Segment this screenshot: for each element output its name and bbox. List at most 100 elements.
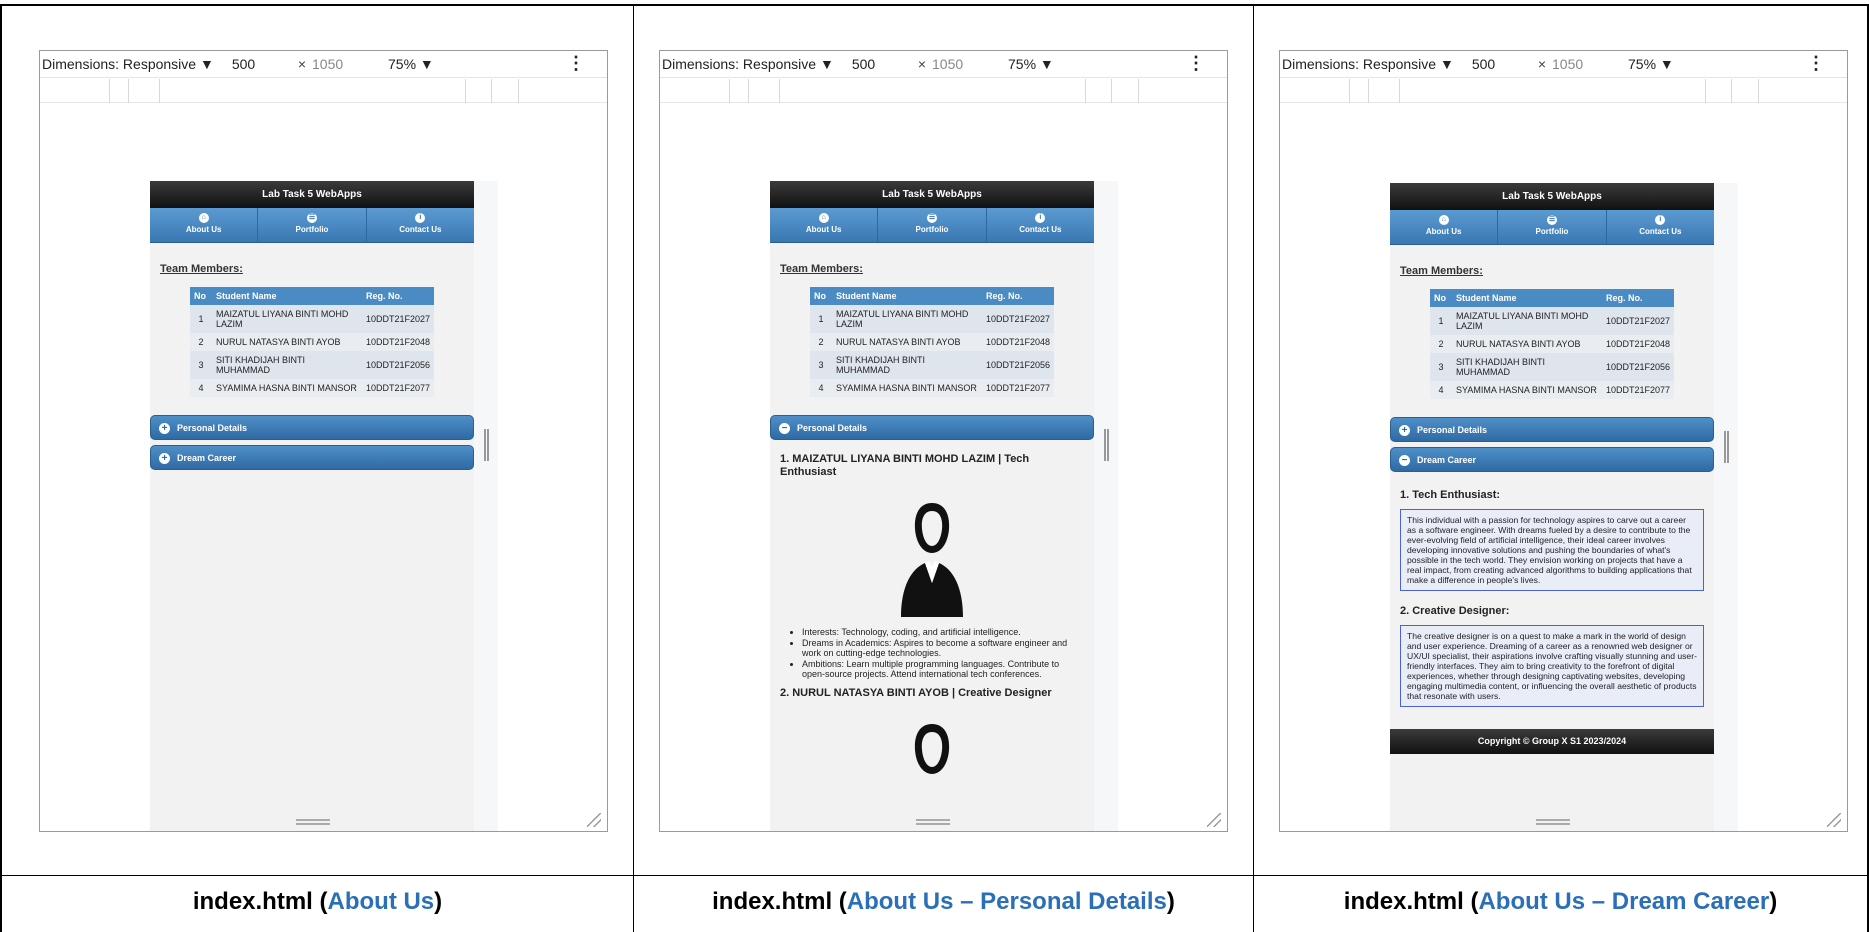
cell-reg: 10DDT21F2077 (1601, 381, 1674, 399)
width-input[interactable]: 500 (1468, 56, 1528, 72)
cell-name: MAIZATUL LIYANA BINTI MOHD LAZIM (832, 305, 982, 333)
nav-portfolio[interactable]: ☰ Portfolio (258, 208, 367, 242)
caption-dream: index.html (About Us – Dream Career) (1254, 888, 1867, 916)
nav-about[interactable]: ⌂ About Us (1390, 210, 1499, 244)
person-1-title: 1. MAIZATUL LIYANA BINTI MOHD LAZIM | Te… (780, 453, 1030, 478)
scroll-indicator[interactable] (484, 429, 489, 461)
info-icon: i (1655, 215, 1666, 225)
bottom-resize-handle[interactable] (296, 819, 330, 825)
cell-reg: 10DDT21F2048 (981, 333, 1054, 351)
caption-highlight: About Us – Personal Details (846, 888, 1167, 915)
navbar: ⌂ About Us ☰ Portfolio i Contact Us (150, 208, 474, 243)
personal-details-header[interactable]: − Personal Details (770, 415, 1094, 440)
bottom-resize-handle[interactable] (1536, 819, 1570, 825)
table-row: 4 SYAMIMA HASNA BINTI MANSOR 10DDT21F2077 (190, 379, 434, 397)
nav-about[interactable]: ⌂ About Us (150, 208, 259, 242)
zoom-dropdown[interactable]: 75% ▼ (1008, 56, 1054, 72)
col-no: No (810, 287, 832, 305)
personal-details-header[interactable]: + Personal Details (150, 415, 474, 440)
team-table: No Student Name Reg. No. 1 MAIZATUL LIYANA … (810, 287, 1054, 397)
corner-resize-handle[interactable] (1207, 813, 1221, 827)
app-header: Lab Task 5 WebApps (1390, 183, 1714, 210)
nav-portfolio[interactable]: ☰ Portfolio (878, 208, 987, 242)
dimensions-dropdown[interactable]: Dimensions: Responsive ▼ (1282, 56, 1454, 72)
device-viewport: Lab Task 5 WebApps ⌂ About Us ☰ Portfolio … (40, 104, 607, 831)
avatar-icon (901, 503, 963, 617)
cell-no: 1 (190, 305, 212, 333)
table-row: 3 SITI KHADIJAH BINTI MUHAMMAD 10DDT21F205… (1430, 353, 1674, 381)
caption-highlight: About Us – Dream Career (1478, 888, 1770, 915)
height-input[interactable]: 1050 (312, 56, 368, 72)
cell-reg: 10DDT21F2027 (361, 305, 434, 333)
grid-icon: ☰ (1546, 215, 1557, 225)
cell-no: 2 (190, 333, 212, 351)
caption-suffix: ) (1166, 888, 1175, 915)
more-options-icon[interactable]: ⋮ (1187, 53, 1205, 74)
zoom-dropdown[interactable]: 75% ▼ (1628, 56, 1674, 72)
more-options-icon[interactable]: ⋮ (1807, 53, 1825, 74)
cell-name: MAIZATUL LIYANA BINTI MOHD LAZIM (212, 305, 362, 333)
corner-resize-handle[interactable] (587, 813, 601, 827)
info-icon: i (415, 213, 426, 223)
home-icon: ⌂ (818, 213, 829, 223)
dream-1-title: 1. Tech Enthusiast: (1400, 489, 1501, 501)
table-row: 4 SYAMIMA HASNA BINTI MANSOR 10DDT21F2077 (810, 379, 1054, 397)
cell-reg: 10DDT21F2077 (981, 379, 1054, 397)
personal-details-header[interactable]: + Personal Details (1390, 417, 1714, 442)
list-item: Interests: Technology, coding, and artif… (802, 627, 1084, 637)
nav-label: Contact Us (399, 225, 442, 234)
media-query-ruler (660, 79, 1227, 103)
col-reg: Reg. No. (1601, 289, 1674, 307)
cell-name: NURUL NATASYA BINTI AYOB (1452, 335, 1602, 353)
table-header-row: No Student Name Reg. No. (190, 287, 434, 305)
caption-highlight: About Us (327, 888, 435, 915)
person-1-bullets: Interests: Technology, coding, and artif… (780, 627, 1084, 679)
mobile-page: Lab Task 5 WebApps ⌂ About Us ☰ Portfolio … (1390, 183, 1714, 831)
more-options-icon[interactable]: ⋮ (567, 53, 585, 74)
viewport-side (474, 181, 498, 831)
nav-contact[interactable]: i Contact Us (1607, 210, 1714, 244)
caption-prefix: index.html ( (192, 888, 328, 915)
dream-2-title: 2. Creative Designer: (1400, 605, 1510, 617)
dream-career-header[interactable]: + Dream Career (150, 445, 474, 470)
navbar: ⌂ About Us ☰ Portfolio i Contact Us (1390, 210, 1714, 245)
nav-contact[interactable]: i Contact Us (367, 208, 474, 242)
dimensions-dropdown[interactable]: Dimensions: Responsive ▼ (662, 56, 834, 72)
table-row: 1 MAIZATUL LIYANA BINTI MOHD LAZIM 10DDT21… (190, 305, 434, 333)
corner-resize-handle[interactable] (1827, 813, 1841, 827)
team-table: No Student Name Reg. No. 1 MAIZATUL LIYANA … (1430, 289, 1674, 399)
nav-about[interactable]: ⌂ About Us (770, 208, 879, 242)
dream-career-header[interactable]: − Dream Career (1390, 447, 1714, 472)
cell-no: 3 (190, 351, 212, 379)
scroll-indicator[interactable] (1724, 431, 1729, 463)
caption-about: index.html (About Us) (2, 888, 633, 916)
height-input[interactable]: 1050 (932, 56, 988, 72)
nav-portfolio[interactable]: ☰ Portfolio (1498, 210, 1607, 244)
dream-career-body: 1. Tech Enthusiast: This individual with… (1390, 477, 1714, 729)
width-input[interactable]: 500 (848, 56, 908, 72)
cell-no: 1 (1430, 307, 1452, 335)
width-input[interactable]: 500 (228, 56, 288, 72)
plus-icon: + (159, 453, 170, 464)
collapsibles: + Personal Details − Dream Career 1. Tech … (1390, 417, 1714, 729)
bottom-resize-handle[interactable] (916, 819, 950, 825)
zoom-dropdown[interactable]: 75% ▼ (388, 56, 434, 72)
dimensions-dropdown[interactable]: Dimensions: Responsive ▼ (42, 56, 214, 72)
media-query-ruler (40, 79, 607, 103)
cell-no: 2 (1430, 335, 1452, 353)
nav-label: Portfolio (915, 225, 949, 234)
grid-left-line (0, 4, 2, 932)
nav-label: About Us (1425, 227, 1462, 236)
col-reg: Reg. No. (981, 287, 1054, 305)
cell-reg: 10DDT21F2056 (981, 351, 1054, 379)
section-label: Dream Career (177, 453, 237, 463)
grid-col-line-1 (633, 4, 634, 932)
height-input[interactable]: 1050 (1552, 56, 1608, 72)
devtools-frame-about: Dimensions: Responsive ▼ 500 × 1050 75% … (39, 50, 608, 832)
times-sign: × (1537, 56, 1547, 72)
times-sign: × (297, 56, 307, 72)
nav-contact[interactable]: i Contact Us (987, 208, 1094, 242)
scroll-indicator[interactable] (1104, 429, 1109, 461)
cell-reg: 10DDT21F2048 (1601, 335, 1674, 353)
navbar: ⌂ About Us ☰ Portfolio i Contact Us (770, 208, 1094, 243)
